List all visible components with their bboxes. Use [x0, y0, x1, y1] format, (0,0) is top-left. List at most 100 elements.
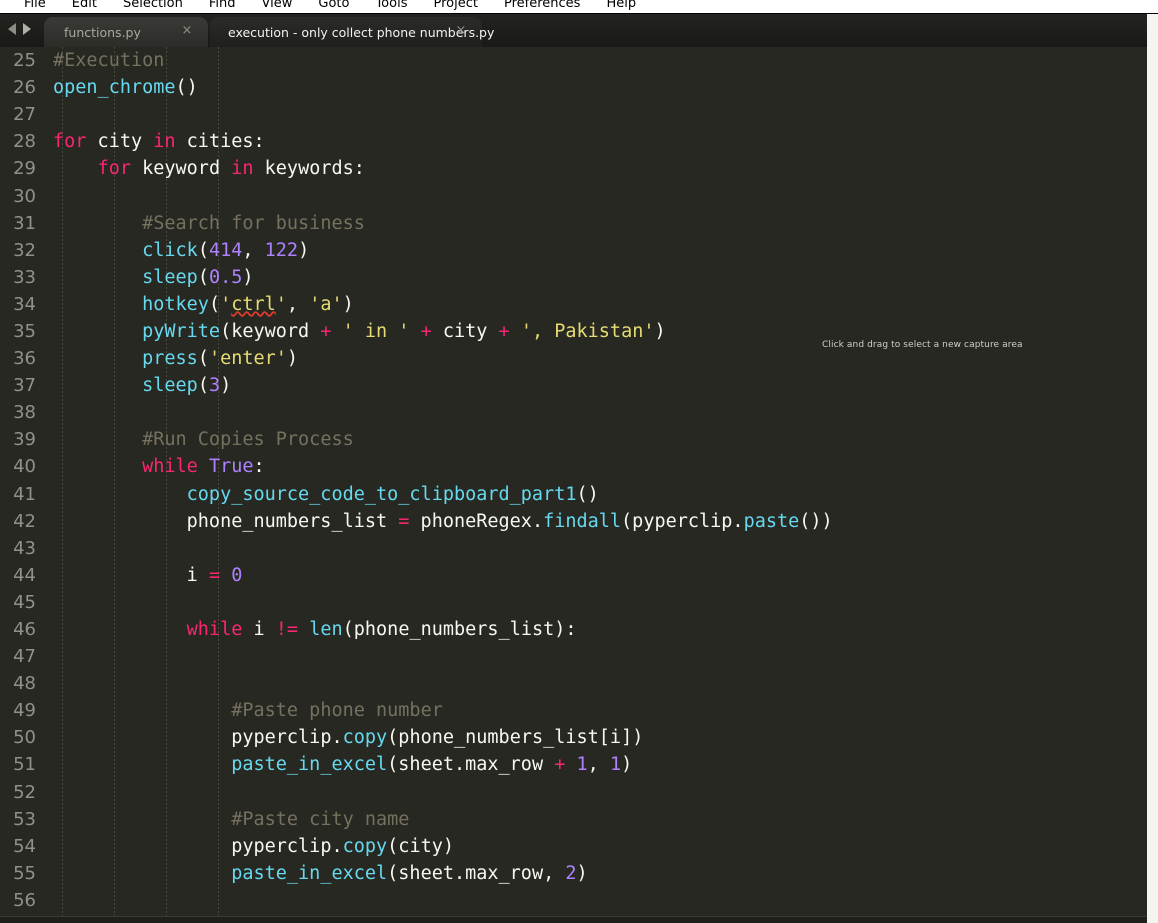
line-number: 46: [13, 619, 36, 641]
tab-nav-arrows[interactable]: [8, 23, 31, 35]
triangle-left-icon[interactable]: [8, 23, 16, 35]
close-icon[interactable]: ×: [180, 24, 194, 38]
tab-functions-py[interactable]: functions.py ×: [44, 17, 208, 47]
line-number: 36: [13, 348, 36, 370]
code-token: (: [197, 348, 209, 370]
menu-item-goto[interactable]: Goto: [318, 0, 349, 12]
code-text: while i != len(phone_numbers_list):: [44, 616, 1147, 643]
code-token: sleep: [142, 266, 198, 288]
code-token: (sheet.max_row: [387, 754, 555, 776]
menu-item-selection[interactable]: Selection: [123, 0, 183, 12]
code-token: ,: [286, 293, 310, 315]
line-number: 27: [13, 104, 36, 126]
menu-item-view[interactable]: View: [262, 0, 293, 12]
code-line[interactable]: 43: [0, 535, 1147, 562]
code-text: sleep(0.5): [44, 264, 1147, 291]
code-line[interactable]: 28 for city in cities:: [0, 128, 1147, 155]
code-token: #Run Copies Process: [142, 429, 354, 451]
code-line[interactable]: 47: [0, 643, 1147, 670]
code-line[interactable]: 46 while i != len(phone_numbers_list):: [0, 616, 1147, 643]
line-number: 48: [13, 673, 36, 695]
code-line[interactable]: 39 #Run Copies Process: [0, 426, 1147, 453]
code-token: pyperclip.: [231, 835, 343, 857]
line-number: 54: [13, 835, 36, 857]
code-text: open_chrome(): [44, 74, 1147, 101]
line-number: 55: [13, 862, 36, 884]
code-line[interactable]: 38: [0, 399, 1147, 426]
code-text: #Execution: [44, 47, 1147, 74]
menu-bar[interactable]: File Edit Selection Find View Goto Tools Projec…: [0, 0, 1158, 14]
code-line[interactable]: 52: [0, 779, 1147, 806]
code-line[interactable]: 31 #Search for business: [0, 210, 1147, 237]
code-line[interactable]: 30: [0, 182, 1147, 209]
code-token: ', Pakistan': [520, 320, 655, 342]
code-line[interactable]: 32 click(414, 122): [0, 237, 1147, 264]
code-text: i = 0: [44, 562, 1147, 589]
code-line[interactable]: 42 phone_numbers_list = phoneRegex.finda…: [0, 508, 1147, 535]
line-number: 34: [13, 293, 36, 315]
code-line[interactable]: 44 i = 0: [0, 562, 1147, 589]
menu-item-edit[interactable]: Edit: [72, 0, 97, 12]
code-token: 0: [231, 564, 243, 586]
code-line[interactable]: 40 while True:: [0, 453, 1147, 480]
code-line[interactable]: 41 copy_source_code_to_clipboard_part1(): [0, 481, 1147, 508]
code-line[interactable]: 26 open_chrome(): [0, 74, 1147, 101]
code-line[interactable]: 29 for keyword in keywords:: [0, 155, 1147, 182]
code-token: ,: [587, 754, 610, 776]
code-editor[interactable]: 25 #Execution 26 open_chrome() 27 28 for city …: [0, 47, 1147, 923]
line-number: 38: [13, 402, 36, 424]
code-token: 'enter': [208, 348, 287, 370]
code-line[interactable]: 55 paste_in_excel(sheet.max_row, 2): [0, 860, 1147, 887]
menu-item-find[interactable]: Find: [209, 0, 236, 12]
code-line[interactable]: 51 paste_in_excel(sheet.max_row + 1, 1): [0, 751, 1147, 778]
code-token: (keyword: [220, 320, 321, 342]
code-text: phone_numbers_list = phoneRegex.findall(…: [44, 508, 1147, 535]
triangle-right-icon[interactable]: [23, 23, 31, 35]
code-content[interactable]: 25 #Execution 26 open_chrome() 27 28 for city …: [0, 47, 1147, 923]
line-number: 45: [13, 591, 36, 613]
line-number: 41: [13, 483, 36, 505]
menu-item-help[interactable]: Help: [606, 0, 636, 12]
menu-item-project[interactable]: Project: [433, 0, 477, 12]
code-text: #Search for business: [44, 210, 1147, 237]
line-number: 42: [13, 510, 36, 532]
code-token: =: [208, 564, 221, 586]
code-line[interactable]: 49 #Paste phone number: [0, 697, 1147, 724]
line-number: 49: [13, 700, 36, 722]
code-line[interactable]: 33 sleep(0.5): [0, 264, 1147, 291]
code-token: #Paste phone number: [231, 700, 443, 722]
close-icon[interactable]: ×: [454, 24, 468, 38]
code-token: 0.5: [208, 266, 243, 288]
code-token: (: [197, 266, 209, 288]
code-line[interactable]: 50 pyperclip.copy(phone_numbers_list[i]): [0, 724, 1147, 751]
code-text: click(414, 122): [44, 237, 1147, 264]
menu-item-file[interactable]: File: [24, 0, 46, 12]
line-number: 35: [13, 320, 36, 342]
code-token: #Paste city name: [231, 808, 410, 830]
code-token: pyperclip.: [231, 727, 343, 749]
code-line[interactable]: 54 pyperclip.copy(city): [0, 833, 1147, 860]
code-line[interactable]: 48: [0, 670, 1147, 697]
code-line[interactable]: 45: [0, 589, 1147, 616]
line-number: 31: [13, 212, 36, 234]
code-line[interactable]: 53 #Paste city name: [0, 806, 1147, 833]
menu-item-preferences[interactable]: Preferences: [504, 0, 580, 12]
code-line[interactable]: 27: [0, 101, 1147, 128]
code-line[interactable]: 56: [0, 887, 1147, 914]
menu-item-tools[interactable]: Tools: [375, 0, 407, 12]
code-line[interactable]: 37 sleep(3): [0, 372, 1147, 399]
tab-execution-only-collect-phone-numbers-py[interactable]: execution - only collect phone numbers.p…: [210, 17, 494, 47]
code-line[interactable]: 34 hotkey('ctrl', 'a'): [0, 291, 1147, 318]
code-token: #Execution: [53, 50, 165, 72]
code-line[interactable]: 25 #Execution: [0, 47, 1147, 74]
code-token: ): [220, 375, 232, 397]
tab-bar[interactable]: functions.py × execution - only collect …: [0, 14, 1158, 48]
code-token: paste: [743, 510, 800, 532]
